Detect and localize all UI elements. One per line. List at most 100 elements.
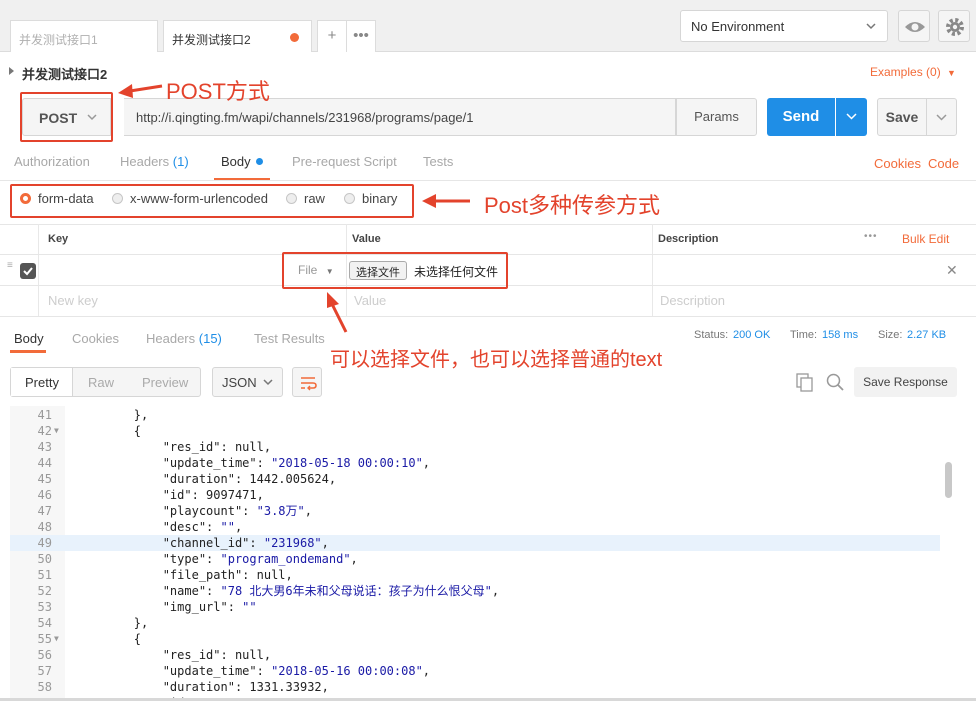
environment-quick-look-button[interactable]	[898, 10, 930, 42]
settings-button[interactable]	[938, 10, 970, 42]
line-number: 45	[37, 472, 52, 486]
table-top-border	[0, 224, 976, 225]
examples-label: Examples (0)	[870, 65, 941, 79]
line-number: 55	[37, 632, 52, 646]
new-description-input[interactable]: Description	[660, 293, 725, 308]
more-tabs-button[interactable]: •••	[346, 20, 376, 52]
response-tab-body[interactable]: Body	[14, 331, 44, 346]
unsaved-dot-icon	[290, 33, 299, 42]
save-options-button[interactable]	[926, 98, 957, 136]
editor-scrollbar[interactable]	[945, 462, 952, 498]
examples-dropdown[interactable]: Examples (0) ▼	[870, 65, 956, 79]
line-number: 49	[37, 536, 52, 550]
search-response-button[interactable]	[825, 372, 845, 395]
annotation-box-body-types	[10, 184, 414, 218]
drag-handle-icon[interactable]: ≡	[7, 261, 13, 271]
code-text: },	[76, 408, 149, 422]
line-number: 56	[37, 648, 52, 662]
code-text: "desc": "",	[76, 520, 243, 534]
annotation-arrow-icon	[327, 292, 348, 333]
fold-toggle-icon[interactable]: ▼	[54, 423, 59, 439]
status-label: Status:	[694, 329, 729, 341]
time-value: 158 ms	[822, 329, 859, 341]
bulk-edit-link[interactable]: Bulk Edit	[902, 232, 949, 246]
table-options-icon[interactable]: •••	[864, 231, 878, 242]
code-text: "id": 9097471,	[76, 488, 264, 502]
format-raw-button[interactable]: Raw	[88, 375, 114, 390]
code-line: 44 "update_time": "2018-05-18 00:00:10",	[10, 455, 940, 471]
code-line: 48 "desc": "",	[10, 519, 940, 535]
code-line: 58 "duration": 1331.33932,	[10, 679, 940, 695]
chevron-down-icon	[936, 114, 947, 121]
tab-request-1[interactable]: 并发测试接口1	[10, 20, 158, 52]
format-pretty-button[interactable]: Pretty	[25, 375, 59, 390]
row-enabled-checkbox[interactable]	[20, 263, 36, 279]
response-tab-headers[interactable]: Headers (15)	[146, 331, 222, 346]
checkmark-icon	[23, 267, 33, 276]
save-response-button[interactable]: Save Response	[854, 367, 957, 397]
line-number: 53	[37, 600, 52, 614]
code-text: "duration": 1331.33932,	[76, 680, 329, 694]
format-preview-button[interactable]: Preview	[142, 375, 188, 390]
copy-response-button[interactable]	[795, 372, 815, 395]
response-tab-cookies[interactable]: Cookies	[72, 331, 119, 346]
code-line: 45 "duration": 1442.005624,	[10, 471, 940, 487]
column-divider	[38, 224, 39, 316]
environment-select[interactable]: No Environment	[680, 10, 888, 42]
code-link[interactable]: Code	[928, 156, 959, 171]
code-line: 51 "file_path": null,	[10, 567, 940, 583]
language-select[interactable]: JSON	[212, 367, 283, 397]
tab-body[interactable]: Body	[221, 154, 263, 169]
chevron-down-icon	[846, 113, 857, 120]
code-text: "playcount": "3.8万",	[76, 504, 312, 518]
new-tab-button[interactable]: +	[317, 20, 347, 52]
size-label: Size:	[878, 329, 903, 341]
tab-request-2[interactable]: 并发测试接口2	[163, 20, 312, 52]
fold-toggle-icon[interactable]: ▼	[54, 631, 59, 647]
line-number: 46	[37, 488, 52, 502]
gear-icon	[946, 18, 964, 36]
delete-row-icon[interactable]: ✕	[946, 262, 958, 279]
line-number: 52	[37, 584, 52, 598]
tab-authorization[interactable]: Authorization	[14, 154, 90, 169]
line-number: 48	[37, 520, 52, 534]
tab-pre-request-script[interactable]: Pre-request Script	[292, 154, 397, 169]
headers-count: (1)	[172, 154, 189, 169]
eye-icon	[905, 22, 925, 32]
wrap-lines-icon	[301, 377, 317, 391]
response-body-editor[interactable]: 41 }, 42 ▼ {43 "res_id": null, 44 "update_t…	[10, 406, 956, 701]
search-icon	[826, 373, 844, 391]
cookies-link[interactable]: Cookies	[874, 156, 921, 171]
save-button[interactable]: Save	[877, 98, 927, 136]
code-line: 42 ▼ {	[10, 423, 940, 439]
tab-label: 并发测试接口1	[19, 33, 98, 47]
copy-icon	[796, 373, 813, 392]
code-line: 52 "name": "78 北大男6年未和父母说话：孩子为什么恨父母",	[10, 583, 940, 599]
line-number: 50	[37, 552, 52, 566]
collapse-caret-icon[interactable]	[9, 67, 14, 75]
active-tab-indicator	[10, 350, 46, 353]
tab-headers[interactable]: Headers (1)	[120, 154, 189, 169]
divider	[0, 180, 976, 181]
response-headers-label: Headers	[146, 331, 196, 346]
code-text: "type": "program_ondemand",	[76, 552, 358, 566]
code-line: 47 "playcount": "3.8万",	[10, 503, 940, 519]
language-label: JSON	[222, 375, 257, 390]
line-number: 41	[37, 408, 52, 422]
line-number: 44	[37, 456, 52, 470]
ellipsis-icon: •••	[353, 27, 369, 44]
new-key-input[interactable]: New key	[48, 293, 98, 308]
params-button[interactable]: Params	[676, 98, 757, 136]
tab-tests[interactable]: Tests	[423, 154, 453, 169]
row-divider	[0, 316, 976, 317]
code-text: },	[76, 616, 149, 630]
column-header-value: Value	[352, 233, 381, 245]
code-line: 49 "channel_id": "231968",	[10, 535, 940, 551]
chevron-down-icon	[263, 379, 273, 386]
send-options-button[interactable]	[836, 98, 867, 136]
send-button[interactable]: Send	[767, 98, 835, 136]
code-line: 41 },	[10, 407, 940, 423]
new-value-input[interactable]: Value	[354, 293, 386, 308]
wrap-lines-button[interactable]	[292, 367, 322, 397]
response-tab-test-results[interactable]: Test Results	[254, 331, 325, 346]
